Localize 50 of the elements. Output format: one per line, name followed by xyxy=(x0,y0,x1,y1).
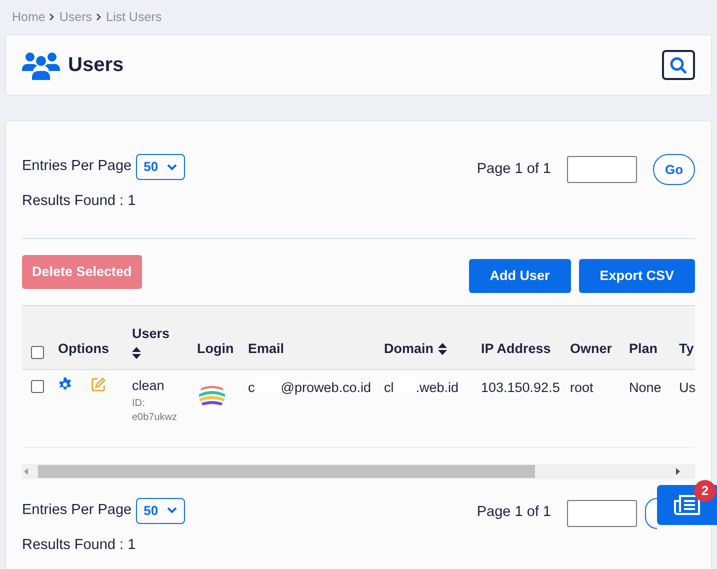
chevron-right-icon xyxy=(49,13,56,21)
column-header: Login xyxy=(197,340,234,358)
chevron-down-icon xyxy=(167,164,178,170)
entries-select[interactable]: 50 xyxy=(136,498,186,524)
users-icon xyxy=(22,50,60,80)
sort-icon[interactable] xyxy=(132,346,141,359)
entries-select[interactable]: 50 xyxy=(136,154,186,180)
column-header: Options xyxy=(58,340,109,358)
table-cell: Us xyxy=(679,380,695,395)
column-header: Email xyxy=(248,340,284,358)
gear-icon[interactable] xyxy=(58,376,73,392)
search-icon xyxy=(670,56,687,74)
table-cell: 103.150.92.5 xyxy=(481,380,560,395)
user-id: ID: e0b7ukwz xyxy=(132,397,178,425)
chevron-right-icon xyxy=(96,13,102,21)
table-cell: .web.id xyxy=(416,380,459,395)
newspaper-icon xyxy=(673,493,701,517)
sort-icon[interactable] xyxy=(438,342,447,355)
table-cell: c xyxy=(248,380,255,395)
column-header: Domain xyxy=(384,340,434,358)
entries-label: Entries Per Page xyxy=(22,500,132,520)
go-button[interactable]: Go xyxy=(653,154,695,185)
page-input[interactable] xyxy=(567,500,637,527)
page-indicator: Page 1 of 1 xyxy=(476,160,551,179)
breadcrumb-link[interactable]: Users xyxy=(59,8,92,26)
table-cell: cl xyxy=(384,380,394,395)
results-count: Results Found : 1 xyxy=(22,536,137,555)
chevron-down-icon xyxy=(167,507,178,514)
table-cell: @proweb.co.id xyxy=(280,380,371,395)
results-count: Results Found : 1 xyxy=(22,192,137,211)
breadcrumb-link[interactable]: List Users xyxy=(106,8,162,26)
table-cell: None xyxy=(629,380,662,395)
go-button[interactable] xyxy=(645,498,657,529)
column-header: Owner xyxy=(570,340,612,358)
column-header: Ty xyxy=(679,340,694,358)
action-button[interactable]: Add User xyxy=(468,258,571,293)
breadcrumb-link[interactable]: Home xyxy=(12,8,46,26)
username: clean xyxy=(132,376,166,395)
checkbox[interactable] xyxy=(31,380,44,393)
column-header: IP Address xyxy=(481,340,551,358)
table-cell: root xyxy=(570,380,594,395)
entries-label: Entries Per Page xyxy=(22,157,132,176)
page-input[interactable] xyxy=(567,156,637,183)
page-indicator: Page 1 of 1 xyxy=(476,503,551,522)
column-header: Users xyxy=(132,324,170,342)
page-title: Users xyxy=(68,53,124,78)
column-header: Plan xyxy=(629,340,658,358)
action-button[interactable]: Export CSV xyxy=(578,258,695,293)
checkbox[interactable] xyxy=(31,346,44,359)
search-button[interactable] xyxy=(662,50,695,80)
